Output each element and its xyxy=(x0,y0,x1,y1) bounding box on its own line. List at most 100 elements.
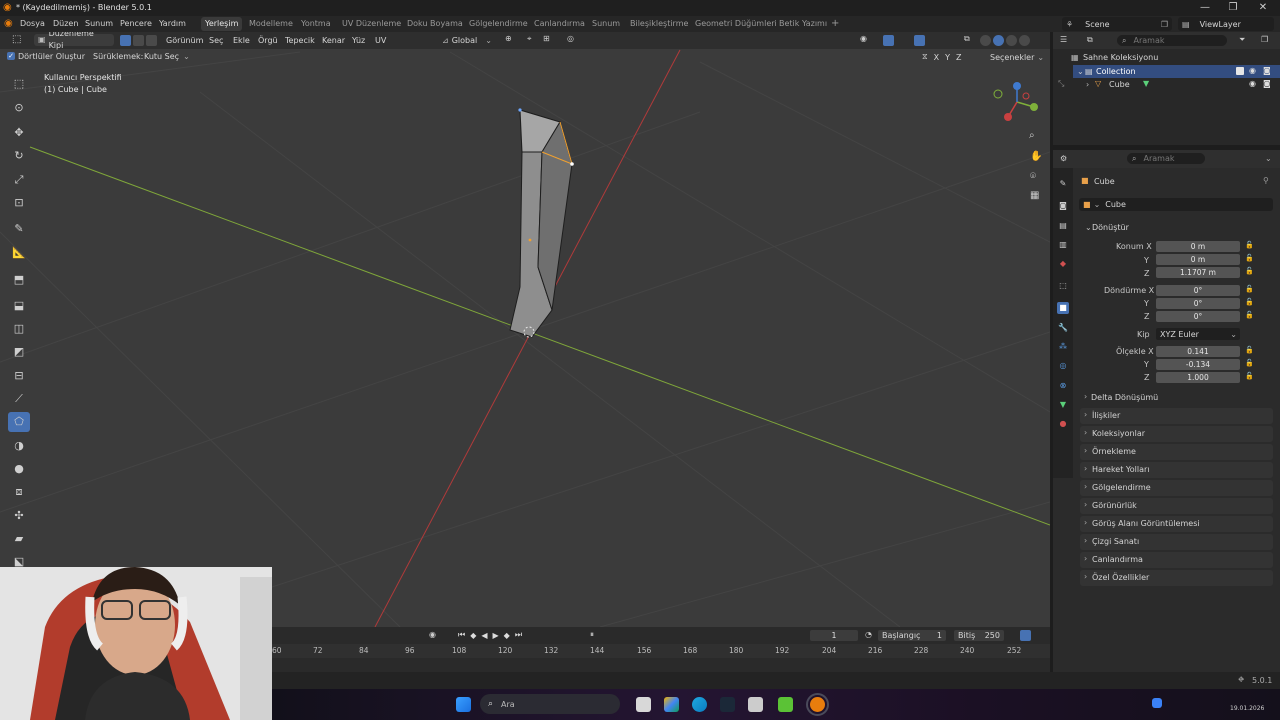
timeline-ruler[interactable]: 60 72 84 96 108 120 132 144 156 168 180 … xyxy=(272,644,1050,658)
transform-header[interactable]: Dönüştür xyxy=(1092,223,1129,232)
next-keyframe-icon[interactable]: ◆ xyxy=(504,631,510,640)
steam-icon[interactable] xyxy=(720,697,735,712)
maximize-button[interactable]: ❐ xyxy=(1218,1,1248,15)
panel-shading[interactable]: › Gölgelendirme xyxy=(1080,480,1273,496)
visibility-eye-icon[interactable]: ◉ xyxy=(1249,79,1256,88)
render-camera-icon[interactable]: ◙ xyxy=(1263,79,1271,88)
windows-start-icon[interactable] xyxy=(456,697,471,712)
pin-icon[interactable]: ⚲ xyxy=(1263,176,1269,185)
rotate-tool-icon[interactable]: ↻ xyxy=(8,146,30,166)
menu-view[interactable]: Görünüm xyxy=(163,34,206,47)
playback-options-icon[interactable]: ⏸ xyxy=(590,630,594,640)
view-layer-tab-icon[interactable]: ▥ xyxy=(1057,239,1069,251)
measure-tool-icon[interactable]: 📐 xyxy=(8,243,30,263)
pan-hand-icon[interactable]: ✋ xyxy=(1030,151,1042,162)
display-mode-icon[interactable]: ⧉ xyxy=(1087,35,1093,45)
face-select-icon[interactable] xyxy=(146,35,157,46)
menu-help[interactable]: Yardım xyxy=(156,18,189,30)
overlay-toggle-icon[interactable] xyxy=(914,35,925,46)
scene-tab-icon[interactable]: ◆ xyxy=(1057,258,1069,270)
mirror-z-button[interactable]: Z xyxy=(956,53,961,62)
tray-icon[interactable] xyxy=(1152,698,1162,708)
menu-window[interactable]: Pencere xyxy=(117,18,155,30)
new-collection-icon[interactable]: ❐ xyxy=(1261,35,1268,44)
shear-tool-icon[interactable]: ▰ xyxy=(8,529,30,549)
lock-icon[interactable]: 🔓 xyxy=(1245,254,1254,262)
scale-y-field[interactable]: -0.134 xyxy=(1156,359,1240,370)
lock-icon[interactable]: 🔓 xyxy=(1245,372,1254,380)
loop-cut-tool-icon[interactable]: ⊟ xyxy=(8,366,30,386)
quads-checkbox[interactable]: ✓ xyxy=(7,52,15,60)
zoom-icon[interactable]: ⌕ xyxy=(1029,130,1035,141)
rotation-mode-select[interactable]: XYZ Euler ⌄ xyxy=(1156,328,1240,340)
menu-face[interactable]: Yüz xyxy=(349,34,368,47)
menu-uv[interactable]: UV xyxy=(372,34,389,47)
3d-viewport[interactable]: ⬚ ▣ Düzenleme Kipi Görünüm Seç Ekle Örgü… xyxy=(0,32,1050,627)
blender-taskbar-icon[interactable] xyxy=(806,693,829,716)
edge-slide-tool-icon[interactable]: ⧈ xyxy=(8,482,30,502)
smooth-tool-icon[interactable]: ● xyxy=(8,459,30,479)
lock-icon[interactable]: 🔓 xyxy=(1245,298,1254,306)
lock-icon[interactable]: 🔓 xyxy=(1245,267,1254,275)
transform-tool-icon[interactable]: ⊡ xyxy=(8,193,30,213)
collection-row[interactable]: ⌄ ▤ Collection ◉ ◙ xyxy=(1073,65,1280,78)
properties-search-input[interactable]: ⌕ Aramak xyxy=(1127,153,1205,164)
material-shading-icon[interactable] xyxy=(1006,35,1017,46)
menu-mesh[interactable]: Örgü xyxy=(255,34,281,47)
panel-line-art[interactable]: › Çizgi Sanatı xyxy=(1080,534,1273,550)
rendered-shading-icon[interactable] xyxy=(1019,35,1030,46)
task-view-icon[interactable] xyxy=(636,697,651,712)
scene-selector[interactable]: ⚘ Scene ❐ xyxy=(1062,17,1172,31)
tab-animation[interactable]: Canlandırma xyxy=(530,17,589,31)
lock-icon[interactable]: 🔓 xyxy=(1245,241,1254,249)
scale-x-field[interactable]: 0.141 xyxy=(1156,346,1240,357)
view-layer-selector[interactable]: ▤ ViewLayer xyxy=(1178,17,1274,31)
collection-expand-icon[interactable]: ⌄ xyxy=(1077,67,1084,76)
vertex-select-icon[interactable] xyxy=(120,35,131,46)
panel-visibility[interactable]: › Görünürlük xyxy=(1080,498,1273,514)
menu-add[interactable]: Ekle xyxy=(230,34,253,47)
clock-icon[interactable]: ◔ xyxy=(865,630,872,639)
mode-selector[interactable]: ▣ Düzenleme Kipi xyxy=(34,32,114,50)
copilot-icon[interactable] xyxy=(664,697,679,712)
chevron-down-icon[interactable]: ⌄ xyxy=(1265,154,1272,163)
outliner-editor-icon[interactable]: ☰ xyxy=(1060,35,1067,44)
rotation-y-field[interactable]: 0° xyxy=(1156,298,1240,309)
lock-icon[interactable]: 🔓 xyxy=(1245,311,1254,319)
panel-motion-paths[interactable]: › Hareket Yolları xyxy=(1080,462,1273,478)
gizmo-toggle-icon[interactable] xyxy=(883,35,894,46)
poly-build-tool-icon[interactable]: ⬠ xyxy=(8,412,30,432)
properties-editor-icon[interactable]: ⚙ xyxy=(1060,154,1067,163)
keyframe-record-icon[interactable]: ◉ xyxy=(429,630,436,639)
tab-compositing[interactable]: Bileşikleştirme xyxy=(626,17,692,31)
object-name-field[interactable]: ■ ⌄ Cube xyxy=(1079,198,1273,211)
jump-end-icon[interactable]: ⏭ xyxy=(515,630,522,640)
new-scene-icon[interactable]: ❐ xyxy=(1161,20,1168,29)
panel-viewport-display[interactable]: › Görüş Alanı Görüntülemesi xyxy=(1080,516,1273,532)
view-options-icon[interactable] xyxy=(1020,630,1031,641)
lock-icon[interactable]: 🔓 xyxy=(1245,285,1254,293)
move-tool-icon[interactable]: ✥ xyxy=(8,123,30,143)
xray-icon[interactable]: ⧉ xyxy=(964,34,970,44)
menu-edge[interactable]: Kenar xyxy=(319,34,348,47)
panel-custom-properties[interactable]: › Özel Özellikler xyxy=(1080,570,1273,586)
mirror-y-button[interactable]: Y xyxy=(945,53,950,62)
edge-browser-icon[interactable] xyxy=(692,697,707,712)
delta-transform-row[interactable]: › Delta Dönüşümü xyxy=(1084,391,1273,404)
perspective-toggle-icon[interactable]: ▦ xyxy=(1030,190,1039,201)
spin-tool-icon[interactable]: ◑ xyxy=(8,436,30,456)
taskbar-search-input[interactable]: ⌕ Ara xyxy=(480,694,620,714)
proportional-edit-icon[interactable]: ◎ xyxy=(567,34,574,43)
menu-vertex[interactable]: Tepecik xyxy=(282,34,318,47)
physics-tab-icon[interactable]: ◎ xyxy=(1057,360,1069,372)
output-tab-icon[interactable]: ▤ xyxy=(1057,220,1069,232)
lock-icon[interactable]: 🔓 xyxy=(1245,346,1254,354)
current-frame-field[interactable]: 1 xyxy=(810,630,858,641)
outliner-search-input[interactable]: ⌕ Aramak xyxy=(1117,35,1227,46)
tab-shading[interactable]: Gölgelendirme xyxy=(465,17,532,31)
panel-relations[interactable]: › İlişkiler xyxy=(1080,408,1273,424)
visibility-icon[interactable]: ◉ xyxy=(860,34,867,43)
filter-icon[interactable]: ⏷ xyxy=(1239,35,1245,45)
tool-tab-icon[interactable]: ✎ xyxy=(1057,178,1069,190)
rotation-z-field[interactable]: 0° xyxy=(1156,311,1240,322)
